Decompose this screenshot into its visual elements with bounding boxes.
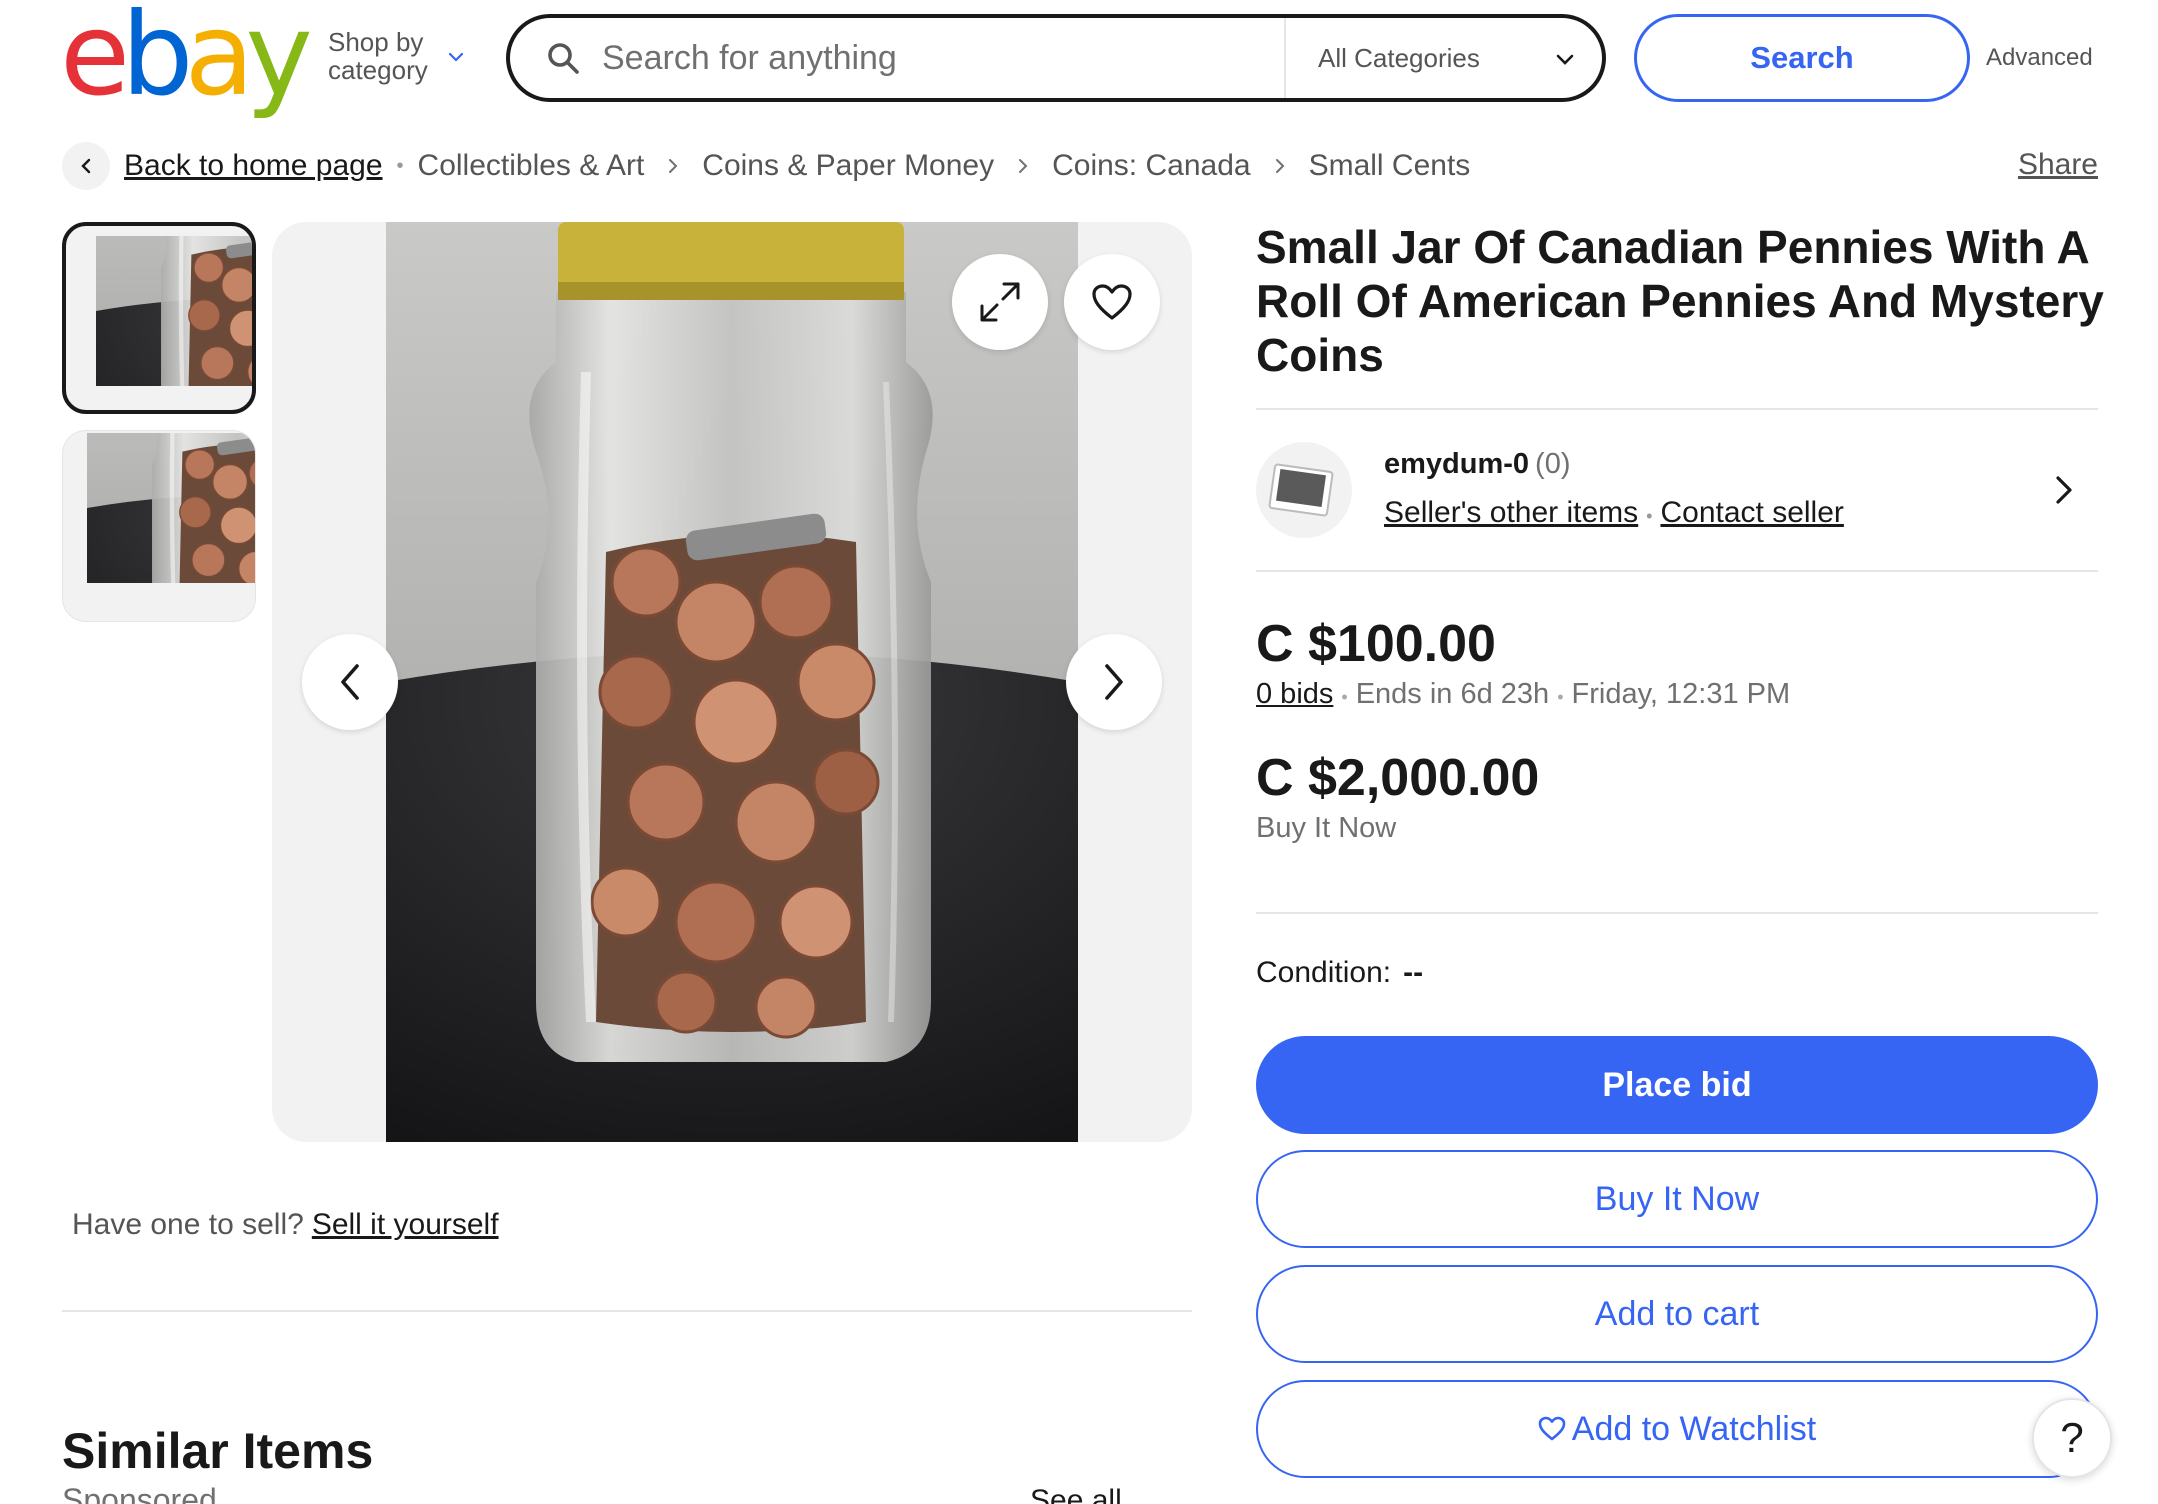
back-to-home-link[interactable]: Back to home page <box>124 149 383 183</box>
search-button[interactable]: Search <box>1634 14 1970 102</box>
condition-value: -- <box>1403 956 1424 989</box>
time-left: Ends in 6d 23h <box>1355 678 1550 710</box>
place-bid-button[interactable]: Place bid <box>1256 1036 2098 1134</box>
search-input[interactable] <box>602 38 1252 78</box>
ebay-logo[interactable]: ebay <box>60 0 313 112</box>
back-button[interactable] <box>62 142 110 190</box>
add-to-cart-button[interactable]: Add to cart <box>1256 1265 2098 1363</box>
chevron-down-icon <box>448 52 464 62</box>
logo-letter-e: e <box>60 0 130 121</box>
item-thumbnail-image <box>87 433 256 583</box>
chevron-right-icon[interactable] <box>2048 472 2080 508</box>
breadcrumb-dot: • <box>396 154 404 177</box>
watch-heart-button[interactable] <box>1064 254 1160 350</box>
separator-dot: • <box>1557 687 1564 707</box>
buy-it-now-price: C $2,000.00 <box>1256 749 1540 807</box>
item-title: Small Jar Of Canadian Pennies With A Rol… <box>1256 221 2104 381</box>
search-icon <box>548 43 579 74</box>
bid-count-link[interactable]: 0 bids <box>1256 678 1333 710</box>
category-select[interactable]: All Categories <box>1284 18 1606 98</box>
seller-avatar[interactable] <box>1256 442 1352 538</box>
divider <box>1256 408 2098 410</box>
main-image-viewer[interactable] <box>272 222 1192 1142</box>
separator-dot: • <box>1341 687 1348 707</box>
heart-icon <box>1092 284 1132 320</box>
previous-image-button[interactable] <box>302 634 398 730</box>
condition: Condition: -- <box>1256 956 1423 990</box>
expand-icon <box>980 282 1020 322</box>
buy-it-now-label: Buy It Now <box>1256 812 1397 844</box>
seller-links: Seller's other items • Contact seller <box>1384 496 1844 530</box>
breadcrumb-item[interactable]: Small Cents <box>1309 149 1471 183</box>
chevron-down-icon <box>1556 54 1574 65</box>
item-thumbnail-image <box>96 236 256 386</box>
next-image-button[interactable] <box>1066 634 1162 730</box>
bid-info: 0 bids • Ends in 6d 23h • Friday, 12:31 PM <box>1256 678 1790 711</box>
divider <box>1256 912 2098 914</box>
photo-placeholder-icon <box>1268 463 1334 517</box>
chevron-right-icon <box>1275 159 1284 173</box>
add-to-watchlist-button[interactable]: Add to Watchlist <box>1256 1380 2098 1478</box>
see-all-link[interactable]: See all <box>1030 1484 1122 1504</box>
logo-letter-a: a <box>184 0 255 121</box>
buy-it-now-button[interactable]: Buy It Now <box>1256 1150 2098 1248</box>
chevron-right-icon <box>1105 664 1123 700</box>
heart-icon <box>1538 1416 1566 1441</box>
breadcrumb-item[interactable]: Coins: Canada <box>1052 149 1250 183</box>
search-bar: All Categories <box>506 14 1606 102</box>
logo-letter-y: y <box>245 0 313 121</box>
separator-dot: • <box>1646 506 1653 526</box>
category-select-value: All Categories <box>1318 42 1480 73</box>
condition-label: Condition: <box>1256 956 1392 989</box>
shop-by-category-label: Shop by category <box>328 27 428 85</box>
sell-it-yourself-link[interactable]: Sell it yourself <box>312 1208 499 1241</box>
chevron-left-icon <box>81 158 91 174</box>
divider <box>62 1310 1192 1312</box>
thumbnail-1[interactable] <box>62 222 256 414</box>
seller-feedback-score: (0) <box>1535 448 1571 480</box>
item-main-image <box>386 222 1078 1142</box>
add-to-watchlist-label: Add to Watchlist <box>1571 1409 1817 1448</box>
share-link[interactable]: Share <box>2018 148 2098 182</box>
chevron-right-icon <box>1019 159 1028 173</box>
help-button[interactable]: ? <box>2032 1398 2112 1478</box>
similar-items-heading: Similar Items <box>62 1423 374 1479</box>
chevron-left-icon <box>341 664 359 700</box>
sellers-other-items-link[interactable]: Seller's other items <box>1384 496 1638 529</box>
logo-letter-b: b <box>121 0 193 121</box>
expand-image-button[interactable] <box>952 254 1048 350</box>
current-bid-price: C $100.00 <box>1256 615 1496 673</box>
breadcrumb-item[interactable]: Coins & Paper Money <box>702 149 994 183</box>
end-time: Friday, 12:31 PM <box>1571 678 1791 710</box>
seller-name[interactable]: emydum-0 <box>1384 448 1529 480</box>
divider <box>1256 570 2098 572</box>
sponsored-label: Sponsored <box>62 1482 217 1504</box>
shop-by-category-button[interactable]: Shop by category <box>328 28 468 84</box>
advanced-search-link[interactable]: Advanced <box>1986 44 2093 72</box>
breadcrumb: Back to home page • Collectibles & Art C… <box>62 142 1470 190</box>
sell-prompt-text: Have one to sell? <box>72 1208 304 1241</box>
thumbnail-2[interactable] <box>62 430 256 622</box>
breadcrumb-item[interactable]: Collectibles & Art <box>418 149 645 183</box>
sell-prompt: Have one to sell? Sell it yourself <box>72 1208 499 1242</box>
seller-info: emydum-0 (0) <box>1384 448 1571 481</box>
chevron-right-icon <box>669 159 678 173</box>
contact-seller-link[interactable]: Contact seller <box>1660 496 1843 529</box>
